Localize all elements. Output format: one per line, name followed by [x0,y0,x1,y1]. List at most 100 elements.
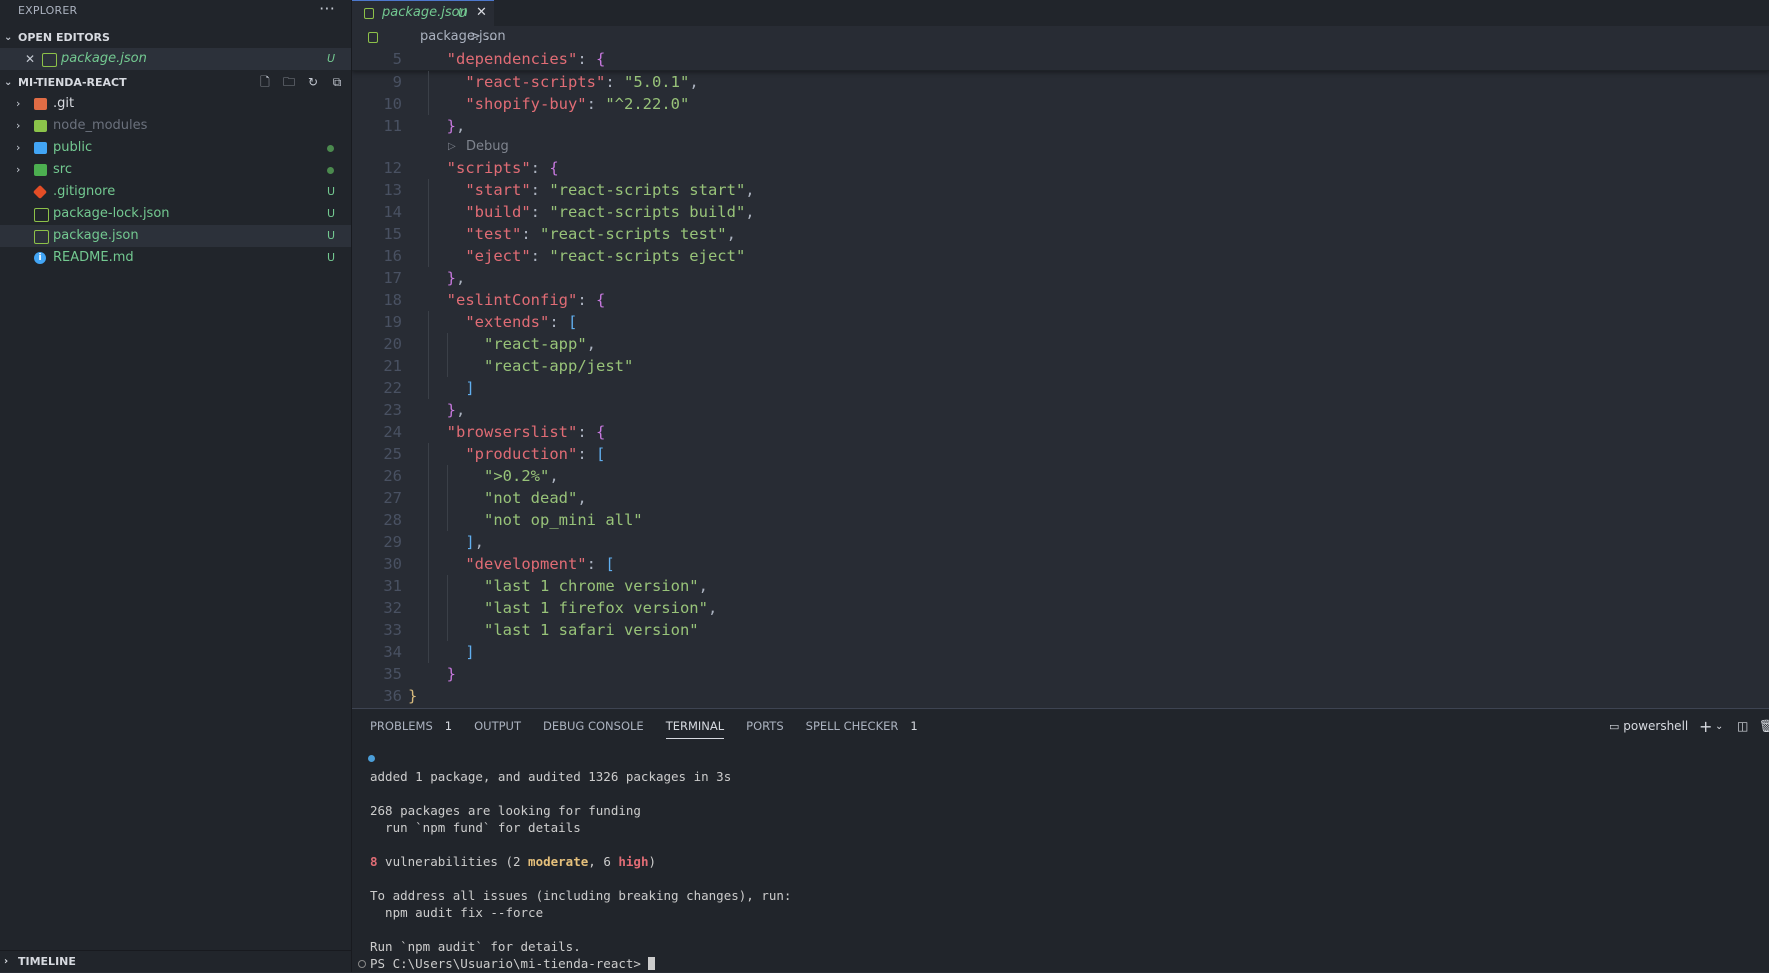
breadcrumb-more[interactable]: > ... [470,26,497,48]
chevron-right-icon: › [16,119,21,132]
timeline-header[interactable]: › TIMELINE [0,950,351,972]
line-number: 9 [392,73,402,91]
tree-item-git[interactable]: › .git [0,93,351,115]
line-number: 16 [383,247,402,265]
tab-spell-checker[interactable]: SPELL CHECKER 1 [806,709,918,741]
refresh-icon[interactable]: ↻ [305,72,321,93]
tree-item-package-json[interactable]: package.json U [0,225,351,247]
open-editor-filename: package.json [61,51,147,66]
terminal-line: run `npm fund` for details [370,820,581,835]
tree-item-src[interactable]: › src [0,159,351,181]
code-text: "shopify-buy": "^2.22.0" [465,95,690,113]
code-line: 10 "shopify-buy": "^2.22.0" [352,93,1769,115]
tree-item-package-lock[interactable]: package-lock.json U [0,203,351,225]
line-number: 35 [383,665,402,683]
panel-actions: ▭ powershell + ⌄ ◫ 🗑 [1609,709,1769,741]
code-line: 23 }, [352,399,1769,421]
line-number: 12 [383,159,402,177]
play-icon: ▷ [448,141,456,152]
json-file-icon [364,8,374,19]
project-header[interactable]: ⌄ MI-TIENDA-REACT 🗋 🗀 ↻ ⧉ [0,72,351,93]
split-terminal-icon[interactable]: ◫ [1737,709,1748,744]
chevron-down-icon: ⌄ [4,32,13,43]
tab-terminal[interactable]: TERMINAL [665,709,725,741]
open-editors-header[interactable]: ⌄ OPEN EDITORS [0,27,351,48]
shell-label: powershell [1623,719,1689,733]
tree-item-label: .git [53,96,75,111]
tab-output[interactable]: OUTPUT [474,709,521,741]
editor-tabs: package.json U ✕ [352,0,1769,26]
code-text: }, [446,269,466,287]
chevron-right-icon: › [16,163,21,176]
terminal-line: npm audit fix --force [370,905,544,920]
code-line: 19 "extends": [ [352,311,1769,333]
code-text: "not op_mini all" [484,511,643,529]
explorer-sidebar: EXPLORER ··· ⌄ OPEN EDITORS ✕ package.js… [0,0,352,972]
code-text: }, [446,117,466,135]
line-number: 21 [383,357,402,375]
line-number: 28 [383,511,402,529]
git-status-badge: U [326,229,335,242]
terminal-output[interactable]: added 1 package, and audited 1326 packag… [358,751,1769,972]
terminal-line: 268 packages are looking for funding [370,803,641,818]
line-number: 13 [383,181,402,199]
tab-package-json[interactable]: package.json U ✕ [352,0,494,26]
line-number: 30 [383,555,402,573]
tab-debug-console[interactable]: DEBUG CONSOLE [543,709,644,741]
debug-codelens[interactable]: ▷ Debug [352,137,1769,157]
code-text: } [408,687,418,705]
bottom-panel: PROBLEMS 1 OUTPUT DEBUG CONSOLE TERMINAL … [352,708,1769,972]
git-status-badge: U [326,251,335,264]
tab-label: PORTS [746,719,784,733]
code-line: 14 "build": "react-scripts build", [352,201,1769,223]
code-line: 22 ] [352,377,1769,399]
code-editor[interactable]: 5 "dependencies": { 9 "react-scripts": "… [352,48,1769,708]
code-text: "dependencies": { [446,50,606,68]
code-line: 36} [352,685,1769,707]
line-number: 31 [383,577,402,595]
chevron-down-icon[interactable]: ⌄ [1715,709,1723,744]
tree-item-readme[interactable]: i README.md U [0,247,351,269]
more-actions-icon[interactable]: ··· [319,0,335,19]
line-number: 29 [383,533,402,551]
code-line: 20 "react-app", [352,333,1769,355]
code-text: "last 1 firefox version", [484,599,718,617]
close-icon[interactable]: ✕ [476,1,487,25]
line-number: 32 [383,599,402,617]
code-line: 26 ">0.2%", [352,465,1769,487]
code-text: } [446,665,457,683]
open-editor-item[interactable]: ✕ package.json U [0,48,351,70]
close-icon[interactable]: ✕ [25,48,35,70]
git-file-icon [32,184,48,200]
code-text: "eject": "react-scripts eject" [465,247,746,265]
json-file-icon [34,208,49,222]
terminal-prompt-line[interactable]: PS C:\Users\Usuario\mi-tienda-react> [358,955,1769,972]
vuln-text: , 6 [588,854,619,869]
new-terminal-icon[interactable]: + [1699,709,1712,744]
line-number: 27 [383,489,402,507]
trash-icon[interactable]: 🗑 [1759,709,1769,744]
code-line: 30 "development": [ [352,553,1769,575]
tab-ports[interactable]: PORTS [746,709,783,741]
tab-problems[interactable]: PROBLEMS 1 [370,709,452,741]
code-text: "extends": [ [465,313,578,331]
explorer-title-label: EXPLORER [18,4,78,17]
line-number: 17 [383,269,402,287]
terminal-shell-selector[interactable]: ▭ powershell [1609,709,1688,744]
code-line: 29 ], [352,531,1769,553]
code-text: "start": "react-scripts start", [465,181,755,199]
code-text: ] [465,643,475,661]
tab-label: PROBLEMS [370,719,433,733]
breadcrumb: package.json > ... [352,26,1769,48]
line-number: 5 [392,50,402,68]
code-line: 16 "eject": "react-scripts eject" [352,245,1769,267]
modified-dot-icon [327,167,334,174]
tree-item-gitignore[interactable]: .gitignore U [0,181,351,203]
tree-item-node-modules[interactable]: › node_modules [0,115,351,137]
tree-item-public[interactable]: › public [0,137,351,159]
new-file-icon[interactable]: 🗋 [257,72,273,93]
collapse-all-icon[interactable]: ⧉ [329,72,345,93]
git-status-badge: U [326,185,335,198]
code-line: 25 "production": [ [352,443,1769,465]
new-folder-icon[interactable]: 🗀 [281,72,297,93]
